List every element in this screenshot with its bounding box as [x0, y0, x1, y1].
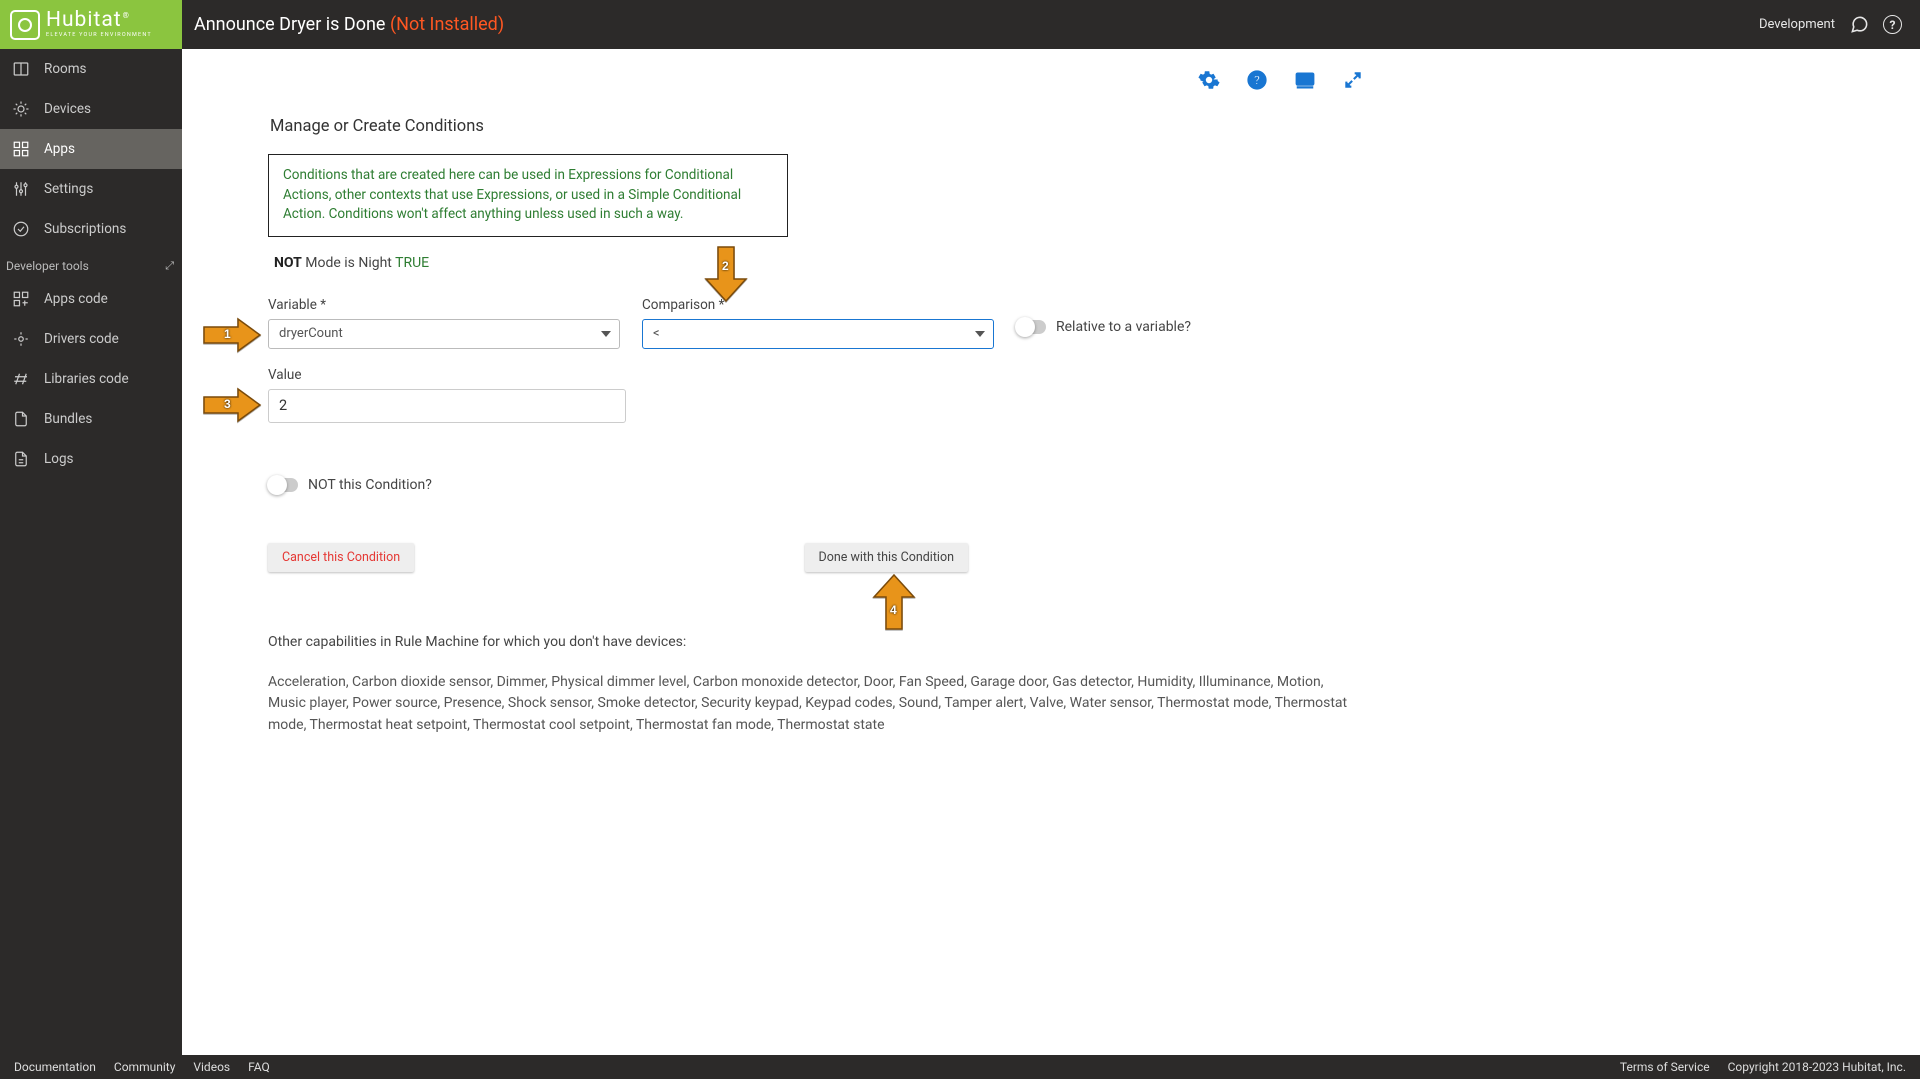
- help-circle-icon[interactable]: ?: [1246, 69, 1268, 91]
- sidebar-item-label: Bundles: [44, 411, 92, 427]
- sidebar: Rooms Devices Apps Settings Subscription…: [0, 49, 182, 1055]
- footer-link-community[interactable]: Community: [114, 1060, 175, 1074]
- help-icon[interactable]: ?: [1883, 15, 1902, 34]
- variable-select[interactable]: dryerCount: [268, 319, 620, 349]
- brand-name: Hubitat: [46, 10, 122, 31]
- sidebar-item-devices[interactable]: Devices: [0, 89, 182, 129]
- sidebar-item-label: Rooms: [44, 61, 87, 77]
- brand-logo[interactable]: Hubitat ® ELEVATE YOUR ENVIRONMENT: [0, 0, 182, 49]
- comparison-select[interactable]: <: [642, 319, 994, 349]
- page-title: Announce Dryer is Done (Not Installed): [194, 14, 504, 35]
- sidebar-item-label: Devices: [44, 101, 91, 117]
- existing-condition: NOT Mode is Night TRUE: [274, 255, 1376, 271]
- environment-label: Development: [1759, 17, 1835, 32]
- subscriptions-icon: [12, 220, 30, 238]
- annotation-arrow-2: 2: [704, 245, 748, 303]
- settings-icon: [12, 180, 30, 198]
- arrow-number: 3: [224, 397, 231, 411]
- other-capabilities-list: Acceleration, Carbon dioxide sensor, Dim…: [268, 672, 1348, 737]
- footer-copyright: Copyright 2018-2023 Hubitat, Inc.: [1728, 1060, 1906, 1074]
- sidebar-item-apps[interactable]: Apps: [0, 129, 182, 169]
- value-field: 3 Value: [268, 367, 1376, 423]
- footer-tos[interactable]: Terms of Service: [1620, 1060, 1710, 1074]
- brand-tagline: ELEVATE YOUR ENVIRONMENT: [46, 33, 152, 39]
- sidebar-item-label: Settings: [44, 181, 93, 197]
- sidebar-item-label: Libraries code: [44, 371, 129, 387]
- registered-icon: ®: [123, 12, 129, 20]
- collapse-icon[interactable]: ⤢: [165, 259, 174, 273]
- section-heading: Manage or Create Conditions: [270, 117, 1376, 136]
- monitor-icon[interactable]: [1294, 69, 1316, 91]
- logo-icon: [10, 10, 40, 40]
- rooms-icon: [12, 60, 30, 78]
- sidebar-item-label: Subscriptions: [44, 221, 126, 237]
- apps-code-icon: [12, 290, 30, 308]
- variable-label: Variable *: [268, 297, 620, 313]
- cancel-condition-button[interactable]: Cancel this Condition: [268, 543, 414, 572]
- libraries-code-icon: [12, 370, 30, 388]
- annotation-arrow-3: 3: [202, 387, 260, 421]
- done-condition-button[interactable]: Done with this Condition: [805, 543, 968, 572]
- footer-link-videos[interactable]: Videos: [193, 1060, 230, 1074]
- devices-icon: [12, 100, 30, 118]
- config-card: ? Manage or Create Conditions Conditions…: [252, 51, 1392, 777]
- expand-icon[interactable]: [1342, 69, 1364, 91]
- condition-text: Mode is Night: [302, 255, 395, 271]
- annotation-arrow-1: 1: [202, 317, 260, 351]
- condition-truth: TRUE: [395, 255, 429, 271]
- sidebar-item-drivers-code[interactable]: Drivers code: [0, 319, 182, 359]
- main-content: ? Manage or Create Conditions Conditions…: [182, 49, 1920, 1055]
- comparison-label: Comparison *: [642, 297, 994, 313]
- arrow-number: 4: [890, 603, 897, 617]
- sidebar-item-subscriptions[interactable]: Subscriptions: [0, 209, 182, 249]
- not-condition-toggle[interactable]: [268, 478, 298, 492]
- info-box: Conditions that are created here can be …: [268, 154, 788, 237]
- value-input[interactable]: [268, 389, 626, 423]
- card-toolbar: ?: [1198, 69, 1364, 91]
- relative-toggle[interactable]: [1016, 320, 1046, 334]
- app-header: Hubitat ® ELEVATE YOUR ENVIRONMENT Annou…: [0, 0, 1920, 49]
- svg-text:?: ?: [1254, 74, 1260, 89]
- install-status: (Not Installed): [390, 14, 504, 35]
- comparison-value: <: [653, 326, 660, 341]
- comparison-field: Comparison * <: [642, 297, 994, 349]
- chevron-down-icon: [975, 331, 985, 337]
- not-prefix: NOT: [274, 255, 302, 271]
- annotation-arrow-4: 4: [872, 573, 916, 631]
- not-condition-label: NOT this Condition?: [308, 477, 432, 493]
- bundles-icon: [12, 410, 30, 428]
- variable-value: dryerCount: [279, 326, 343, 341]
- gear-icon[interactable]: [1198, 69, 1220, 91]
- sidebar-item-bundles[interactable]: Bundles: [0, 399, 182, 439]
- apps-icon: [12, 140, 30, 158]
- footer-link-documentation[interactable]: Documentation: [14, 1060, 96, 1074]
- page-title-text: Announce Dryer is Done: [194, 14, 390, 35]
- sidebar-item-settings[interactable]: Settings: [0, 169, 182, 209]
- dev-tools-label: Developer tools: [6, 259, 89, 273]
- chevron-down-icon: [601, 331, 611, 337]
- sidebar-item-libraries-code[interactable]: Libraries code: [0, 359, 182, 399]
- sidebar-item-label: Apps code: [44, 291, 108, 307]
- sidebar-item-label: Logs: [44, 451, 74, 467]
- value-label: Value: [268, 367, 1376, 383]
- footer-link-faq[interactable]: FAQ: [248, 1060, 270, 1074]
- chat-icon[interactable]: [1849, 15, 1869, 35]
- relative-label: Relative to a variable?: [1056, 319, 1191, 335]
- sidebar-item-label: Drivers code: [44, 331, 119, 347]
- sidebar-item-label: Apps: [44, 141, 75, 157]
- other-capabilities-heading: Other capabilities in Rule Machine for w…: [268, 634, 1376, 650]
- sidebar-item-rooms[interactable]: Rooms: [0, 49, 182, 89]
- variable-field: Variable * dryerCount: [268, 297, 620, 349]
- arrow-number: 1: [224, 327, 231, 341]
- sidebar-item-logs[interactable]: Logs: [0, 439, 182, 479]
- dev-tools-header[interactable]: Developer tools ⤢: [0, 249, 182, 279]
- footer: Documentation Community Videos FAQ Terms…: [0, 1055, 1920, 1079]
- drivers-code-icon: [12, 330, 30, 348]
- sidebar-item-apps-code[interactable]: Apps code: [0, 279, 182, 319]
- logs-icon: [12, 450, 30, 468]
